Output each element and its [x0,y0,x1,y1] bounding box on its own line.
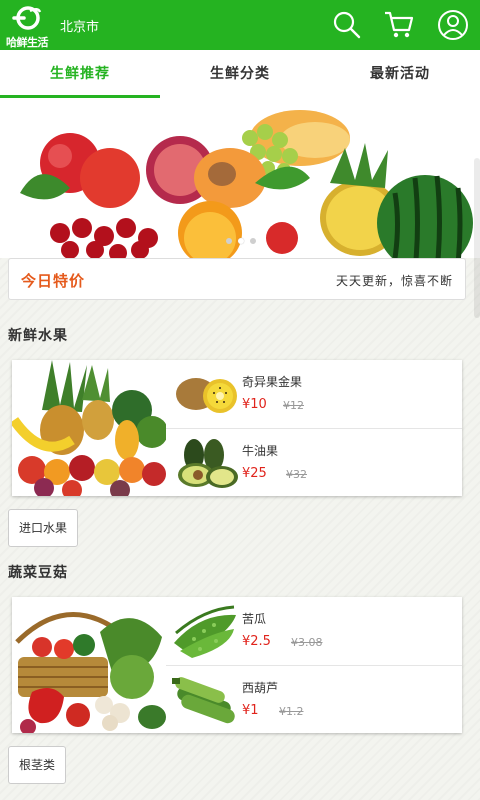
product-card-fruits: 奇异果金果 ¥10 ¥12 牛油果 ¥25 ¥32 [12,360,462,496]
product-price: ¥1 [242,703,259,718]
chip-root-vegetables[interactable]: 根茎类 [8,746,67,784]
zucchini-image [172,677,235,724]
product-card-vegetables: 苦瓜 ¥2.5 ¥3.08 西葫芦 ¥1 ¥1.2 [12,597,462,733]
product-old-price: ¥12 [283,399,304,412]
scroll-indicator [474,158,480,318]
product-name: 西葫芦 [242,681,279,695]
tab-fresh-recommend[interactable]: 生鲜推荐 [0,50,160,98]
section-title-vegetables: 蔬菜豆菇 [8,565,68,581]
tab-fresh-category[interactable]: 生鲜分类 [160,50,320,98]
product-item[interactable]: 西葫芦 ¥1 ¥1.2 [166,665,462,733]
pager-dot-active[interactable] [238,238,244,244]
product-old-price: ¥1.2 [279,705,304,718]
product-name: 牛油果 [242,444,279,458]
tab-latest-events[interactable]: 最新活动 [320,50,480,98]
chip-imported-fruits[interactable]: 进口水果 [8,509,79,547]
product-price: ¥10 [242,397,267,412]
logo-text: 哈鲜生活 [6,36,49,49]
today-special-title: 今日特价 [21,272,86,290]
pager-dot[interactable] [250,238,256,244]
golden-kiwi-image [176,378,237,413]
product-price: ¥25 [242,466,267,481]
cart-icon[interactable] [382,8,416,42]
today-special-bar[interactable]: 今日特价 天天更新，惊喜不断 [8,258,466,300]
promo-banner[interactable] [0,98,480,258]
app-logo[interactable]: 哈鲜生活 [4,4,54,49]
product-price: ¥2.5 [242,634,271,649]
pager-dot[interactable] [226,238,232,244]
product-item[interactable]: 苦瓜 ¥2.5 ¥3.08 [166,597,462,665]
product-name: 苦瓜 [242,612,267,626]
avocado-image [178,439,238,488]
section-title-fruits: 新鲜水果 [8,328,68,344]
vegetable-category-image[interactable] [12,597,166,733]
product-old-price: ¥32 [286,468,307,481]
city-selector[interactable]: 北京市 [60,16,99,35]
product-item[interactable]: 牛油果 ¥25 ¥32 [166,428,462,496]
product-old-price: ¥3.08 [291,636,323,649]
banner-pager [226,238,256,244]
search-icon[interactable] [330,8,364,42]
user-icon[interactable] [436,8,470,42]
today-special-subtitle: 天天更新，惊喜不断 [335,274,453,288]
bitter-melon-image [174,605,236,658]
app-header: 哈鲜生活 北京市 [0,0,480,50]
product-item[interactable]: 奇异果金果 ¥10 ¥12 [166,360,462,428]
fruit-banner-image [0,98,480,258]
logo-icon [12,6,42,30]
product-name: 奇异果金果 [242,375,303,389]
main-tabs: 生鲜推荐 生鲜分类 最新活动 [0,50,480,98]
fruit-category-image[interactable] [12,360,166,496]
